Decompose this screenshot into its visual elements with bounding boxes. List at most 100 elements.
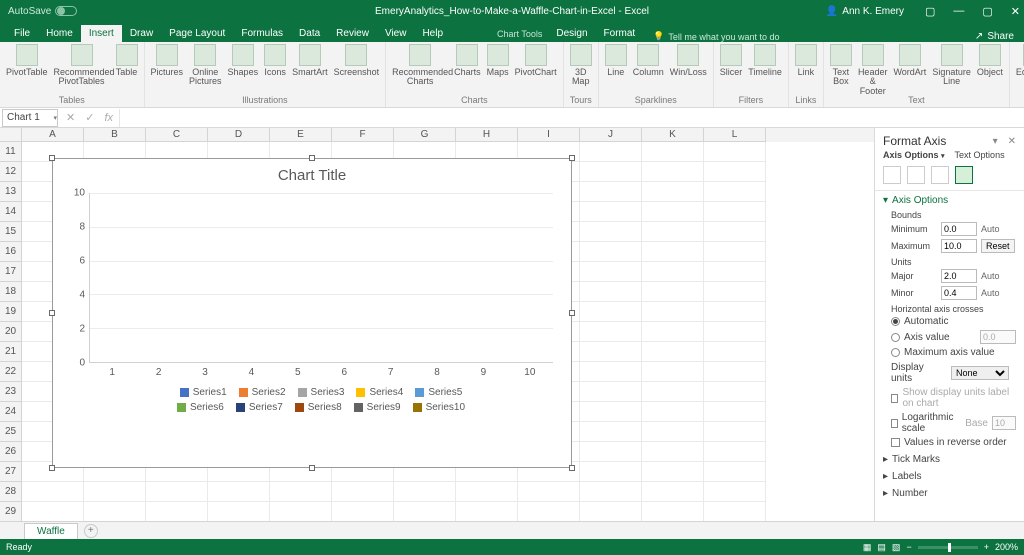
ribbon-text-box-button[interactable]: Text Box: [830, 44, 852, 87]
ribbon-header-footer-button[interactable]: Header & Footer: [858, 44, 888, 96]
ribbon-maps-button[interactable]: Maps: [487, 44, 509, 77]
column-header-K[interactable]: K: [642, 128, 704, 142]
menu-tab-draw[interactable]: Draw: [122, 25, 161, 42]
legend-item-series10[interactable]: Series10: [413, 402, 465, 413]
tell-me-search[interactable]: 💡 Tell me what you want to do: [653, 31, 779, 42]
pane-dropdown-icon[interactable]: ▾: [993, 136, 998, 147]
ribbon-charts-button[interactable]: Charts: [454, 44, 481, 77]
radio-max-axis-value[interactable]: [891, 348, 900, 357]
share-button[interactable]: ↗ Share: [975, 31, 1014, 42]
ribbon-pivottable-button[interactable]: PivotTable: [6, 44, 48, 77]
row-header-11[interactable]: 11: [0, 142, 21, 162]
chart-legend[interactable]: Series1Series2Series3Series4Series5Serie…: [89, 387, 553, 413]
ribbon-equation-button[interactable]: Equation: [1016, 44, 1024, 77]
row-header-29[interactable]: 29: [0, 502, 21, 521]
ribbon-shapes-button[interactable]: Shapes: [228, 44, 259, 77]
chk-reverse-order[interactable]: [891, 438, 900, 447]
row-headers[interactable]: 11121314151617181920212223242526272829: [0, 142, 22, 521]
row-header-19[interactable]: 19: [0, 302, 21, 322]
ribbon-display-options-icon[interactable]: ▢: [925, 5, 935, 18]
legend-item-series1[interactable]: Series1: [180, 387, 227, 398]
radio-automatic[interactable]: [891, 317, 900, 326]
legend-item-series6[interactable]: Series6: [177, 402, 224, 413]
row-header-18[interactable]: 18: [0, 282, 21, 302]
column-header-H[interactable]: H: [456, 128, 518, 142]
view-normal-icon[interactable]: ▦: [863, 542, 872, 553]
zoom-slider[interactable]: [918, 546, 978, 549]
y-axis-labels[interactable]: 0246810: [67, 193, 85, 363]
units-minor-input[interactable]: [941, 286, 977, 300]
section-labels[interactable]: ▸ Labels: [883, 471, 1016, 482]
column-headers[interactable]: ABCDEFGHIJKL: [22, 128, 874, 142]
section-tick-marks[interactable]: ▸ Tick Marks: [883, 454, 1016, 465]
ribbon-pivotchart-button[interactable]: PivotChart: [515, 44, 557, 77]
ribbon-smartart-button[interactable]: SmartArt: [292, 44, 328, 77]
row-header-22[interactable]: 22: [0, 362, 21, 382]
ribbon-screenshot-button[interactable]: Screenshot: [334, 44, 380, 77]
ribbon-win-loss-button[interactable]: Win/Loss: [670, 44, 707, 77]
menu-tab-page-layout[interactable]: Page Layout: [161, 25, 233, 42]
row-header-23[interactable]: 23: [0, 382, 21, 402]
sheet-tab-active[interactable]: Waffle: [24, 523, 78, 539]
fx-icon[interactable]: fx: [104, 112, 113, 124]
axis-options-icon[interactable]: [955, 166, 973, 184]
zoom-out-button[interactable]: −: [906, 542, 911, 552]
ribbon-wordart-button[interactable]: WordArt: [893, 44, 926, 77]
bounds-max-reset-button[interactable]: Reset: [981, 239, 1015, 253]
autosave-toggle[interactable]: AutoSave: [8, 6, 77, 17]
name-box[interactable]: Chart 1 ▾: [2, 109, 58, 127]
view-page-break-icon[interactable]: ▧: [892, 542, 901, 553]
fill-line-icon[interactable]: [883, 166, 901, 184]
ribbon-recommended-charts-button[interactable]: Recommended Charts: [392, 44, 448, 87]
contextual-tab-format[interactable]: Format: [596, 25, 644, 42]
column-header-G[interactable]: G: [394, 128, 456, 142]
units-major-input[interactable]: [941, 269, 977, 283]
resize-handle-sw[interactable]: [49, 465, 55, 471]
column-header-B[interactable]: B: [84, 128, 146, 142]
subtab-text-options[interactable]: Text Options: [955, 150, 1005, 160]
row-header-15[interactable]: 15: [0, 222, 21, 242]
ribbon-link-button[interactable]: Link: [795, 44, 817, 77]
minimize-icon[interactable]: —: [953, 5, 964, 18]
menu-tab-formulas[interactable]: Formulas: [233, 25, 291, 42]
row-header-16[interactable]: 16: [0, 242, 21, 262]
bounds-max-input[interactable]: [941, 239, 977, 253]
column-header-L[interactable]: L: [704, 128, 766, 142]
row-header-14[interactable]: 14: [0, 202, 21, 222]
row-header-21[interactable]: 21: [0, 342, 21, 362]
cancel-formula-icon[interactable]: ✕: [66, 111, 75, 124]
zoom-in-button[interactable]: +: [984, 542, 989, 552]
row-header-26[interactable]: 26: [0, 442, 21, 462]
view-page-layout-icon[interactable]: ▤: [877, 542, 886, 553]
section-number[interactable]: ▸ Number: [883, 488, 1016, 499]
x-axis-labels[interactable]: 12345678910: [89, 367, 553, 378]
legend-item-series8[interactable]: Series8: [295, 402, 342, 413]
ribbon-table-button[interactable]: Table: [116, 44, 138, 77]
ribbon-line-button[interactable]: Line: [605, 44, 627, 77]
column-header-A[interactable]: A: [22, 128, 84, 142]
menu-tab-view[interactable]: View: [377, 25, 415, 42]
legend-item-series7[interactable]: Series7: [236, 402, 283, 413]
select-all-corner[interactable]: [0, 128, 22, 142]
menu-tab-file[interactable]: File: [6, 25, 38, 42]
resize-handle-e[interactable]: [569, 310, 575, 316]
zoom-level[interactable]: 200%: [995, 542, 1018, 552]
radio-axis-value[interactable]: [891, 333, 900, 342]
menu-tab-review[interactable]: Review: [328, 25, 377, 42]
resize-handle-ne[interactable]: [569, 155, 575, 161]
worksheet-grid[interactable]: ABCDEFGHIJKL 111213141516171819202122232…: [0, 128, 874, 521]
ribbon-column-button[interactable]: Column: [633, 44, 664, 77]
menu-tab-home[interactable]: Home: [38, 25, 81, 42]
maximize-icon[interactable]: ▢: [982, 5, 992, 18]
display-units-select[interactable]: None: [951, 366, 1009, 380]
ribbon-object-button[interactable]: Object: [977, 44, 1003, 77]
ribbon-icons-button[interactable]: Icons: [264, 44, 286, 77]
ribbon-slicer-button[interactable]: Slicer: [720, 44, 743, 77]
legend-item-series5[interactable]: Series5: [415, 387, 462, 398]
close-icon[interactable]: ✕: [1011, 5, 1020, 18]
ribbon-pictures-button[interactable]: Pictures: [151, 44, 184, 77]
pane-close-icon[interactable]: ✕: [1008, 136, 1016, 147]
row-header-27[interactable]: 27: [0, 462, 21, 482]
row-header-20[interactable]: 20: [0, 322, 21, 342]
resize-handle-nw[interactable]: [49, 155, 55, 161]
